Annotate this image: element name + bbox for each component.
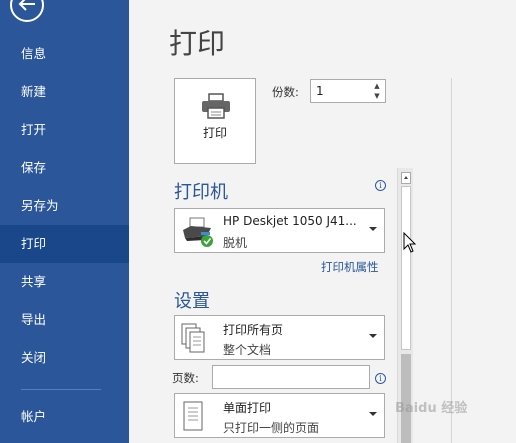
print-range-label: 打印所有页 <box>223 323 284 337</box>
sides-label: 单面打印 <box>223 401 272 415</box>
printer-heading: 打印机 <box>174 182 228 203</box>
sidebar-item-account[interactable]: 帐户 <box>0 398 129 436</box>
sidebar-item-open[interactable]: 打开 <box>0 111 129 149</box>
printer-name: HP Deskjet 1050 J41... <box>223 214 357 228</box>
sidebar-item-save-as[interactable]: 另存为 <box>0 187 129 225</box>
scroll-thumb[interactable] <box>401 186 411 350</box>
sidebar-item-info[interactable]: 信息 <box>0 35 129 73</box>
printer-icon <box>202 93 230 119</box>
print-range-dropdown[interactable]: 打印所有页 整个文档 <box>174 315 385 360</box>
back-button[interactable] <box>10 0 44 22</box>
printer-dropdown[interactable]: HP Deskjet 1050 J41... 脱机 <box>174 208 385 253</box>
sides-dropdown[interactable]: 单面打印 只打印一侧的页面 <box>174 393 385 438</box>
sidebar-item-new[interactable]: 新建 <box>0 73 129 111</box>
sidebar-item-save[interactable]: 保存 <box>0 149 129 187</box>
info-icon[interactable]: i <box>375 180 386 191</box>
print-button-label: 打印 <box>202 126 227 140</box>
copies-value: 1 <box>316 84 324 98</box>
print-panel: 打印 打印 份数: 1 ▲ ▼ 打印机 i HP Deskjet 1050 J4… <box>129 0 516 443</box>
copies-input[interactable]: 1 ▲ ▼ <box>310 79 386 103</box>
pages-label: 页数: <box>172 371 199 385</box>
print-button[interactable]: 打印 <box>174 78 256 164</box>
sidebar-item-export[interactable]: 导出 <box>0 301 129 339</box>
settings-heading: 设置 <box>174 291 210 312</box>
sidebar-divider <box>21 389 101 390</box>
backstage-sidebar: 信息 新建 打开 保存 另存为 打印 共享 导出 关闭 帐户 <box>0 0 129 443</box>
single-sided-icon <box>183 401 203 431</box>
scroll-up-icon[interactable] <box>401 172 411 184</box>
chevron-down-icon <box>369 334 377 338</box>
printer-status: 脱机 <box>223 236 248 250</box>
sidebar-item-close[interactable]: 关闭 <box>0 339 129 377</box>
printer-ready-icon <box>183 217 213 247</box>
decrement-icon[interactable]: ▼ <box>372 91 382 101</box>
sidebar-item-print[interactable]: 打印 <box>0 225 129 263</box>
pages-icon <box>181 323 205 353</box>
preview-divider <box>451 78 452 443</box>
mouse-cursor-icon <box>403 232 417 253</box>
printer-properties-link[interactable]: 打印机属性 <box>321 259 379 275</box>
increment-icon[interactable]: ▲ <box>372 81 382 91</box>
info-icon[interactable]: i <box>375 373 386 384</box>
chevron-down-icon <box>369 227 377 231</box>
page-title: 打印 <box>169 27 226 60</box>
arrow-left-icon <box>18 0 35 11</box>
sidebar-item-share[interactable]: 共享 <box>0 263 129 301</box>
watermark: Baidu 经验 <box>395 401 468 416</box>
chevron-down-icon <box>369 412 377 416</box>
print-range-description: 整个文档 <box>223 343 272 357</box>
copies-label: 份数: <box>272 85 299 99</box>
sides-description: 只打印一侧的页面 <box>223 421 320 435</box>
pages-input[interactable] <box>212 365 370 389</box>
